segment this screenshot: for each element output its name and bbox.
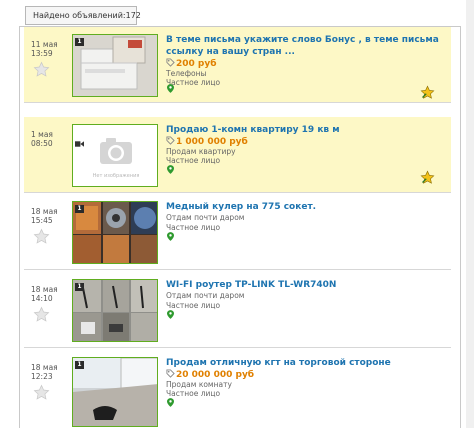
no-image-text: Нет изображения [93,173,140,179]
listing-title[interactable]: Продам отличную кгт на торговой стороне [166,357,446,369]
listing-seller: Частное лицо [166,223,221,232]
listing-seller: Частное лицо [166,301,221,310]
listing-item[interactable]: 1 мая 08:50 Нет изображения Продаю 1-ком… [24,117,451,193]
price-tag-icon [166,136,175,145]
favorite-star-icon[interactable] [32,383,50,401]
listing-title[interactable]: Медный кулер на 775 сокет. [166,201,446,213]
photo-count-badge: 1 [75,205,84,213]
listing-category: Телефоны [166,69,207,78]
listing-item[interactable]: 18 мая 14:10 1 WI-FI роутер TP-LINK TL-W… [24,272,451,348]
listing-time: 08:50 [31,139,53,148]
listing-title[interactable]: Продаю 1-комн квартиру 19 кв м [166,124,446,136]
listing-category: Продам квартиру [166,147,236,156]
listing-seller: Частное лицо [166,78,221,87]
map-pin-icon [167,232,174,241]
listing-time: 13:59 [31,49,53,58]
map-pin-icon [167,310,174,319]
vertical-scrollbar[interactable] [466,0,474,428]
listing-thumbnail[interactable]: 1 [72,357,158,427]
listing-title[interactable]: WI-FI роутер TP-LINK TL-WR740N [166,279,446,291]
listing-title[interactable]: В теме письма укажите слово Бонус , в те… [166,34,446,58]
map-pin-icon [167,165,174,174]
photo-count-badge: 1 [75,283,84,291]
listing-time: 15:45 [31,216,53,225]
vip-star-icon [420,170,435,184]
photo-count-badge: 1 [75,361,84,369]
listing-item[interactable]: 18 мая 12:23 1 Продам отличную кгт на то… [24,350,451,428]
listing-thumbnail[interactable]: 1 [72,201,158,264]
listing-thumbnail[interactable]: 1 [72,279,158,342]
listing-category: Отдам почти даром [166,213,245,222]
listing-seller: Частное лицо [166,389,221,398]
video-camera-icon [75,141,84,147]
map-pin-icon [167,84,174,93]
listing-thumbnail[interactable]: 1 [72,34,158,97]
listing-thumbnail[interactable]: Нет изображения [72,124,158,187]
listing-item[interactable]: 11 мая 13:59 1 В теме письма укажите сло… [24,27,451,103]
listing-time: 12:23 [31,372,53,381]
favorite-star-icon[interactable] [32,60,50,78]
price-tag-icon [166,369,175,378]
listing-category: Отдам почти даром [166,291,245,300]
favorite-star-icon[interactable] [32,305,50,323]
listing-category: Продам комнату [166,380,232,389]
price-tag-icon [166,58,175,67]
vip-star-icon [420,85,435,99]
listing-seller: Частное лицо [166,156,221,165]
results-count-tab: Найдено объявлений:172 [25,6,141,25]
map-pin-icon [167,398,174,407]
favorite-star-icon[interactable] [32,227,50,245]
photo-count-badge: 1 [75,38,84,46]
listing-time: 14:10 [31,294,53,303]
listing-item[interactable]: 18 мая 15:45 1 Медный кулер на 775 сокет… [24,194,451,270]
